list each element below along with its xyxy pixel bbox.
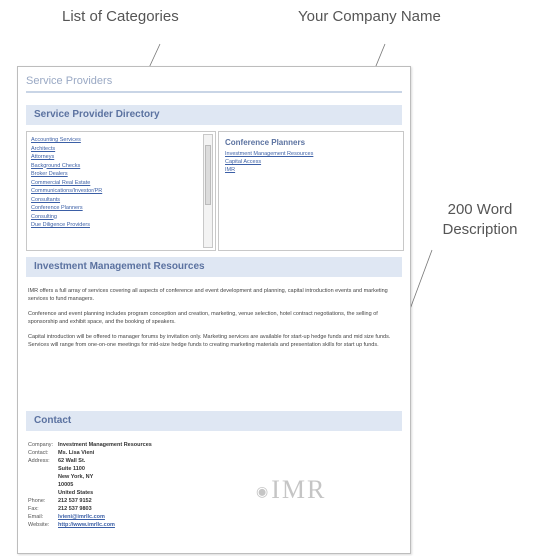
callout-description-line2: Description xyxy=(442,221,518,238)
category-link[interactable]: Accounting Services xyxy=(31,136,199,145)
directory-heading: Service Provider Directory xyxy=(34,109,160,120)
contact-row: Website: http://www.imrllc.com xyxy=(28,521,152,529)
category-link[interactable]: Background Checks xyxy=(31,162,199,171)
contact-value: Investment Management Resources xyxy=(58,442,152,448)
company-logo: ◉ IMR xyxy=(256,475,346,515)
scrollbar-thumb[interactable] xyxy=(205,145,211,205)
company-links: Investment Management Resources Capital A… xyxy=(225,150,313,174)
callout-company-name: Your Company Name xyxy=(298,8,441,25)
contact-row: Fax: 212 537 9803 xyxy=(28,505,152,513)
contact-value: 212 537 9803 xyxy=(58,506,92,512)
logo-emblem-icon: ◉ xyxy=(256,484,269,500)
company-link[interactable]: Capital Access xyxy=(225,158,313,166)
contact-label: Contact: xyxy=(28,450,49,456)
category-link[interactable]: Communications/Investor/PR xyxy=(31,187,199,196)
selected-category-panel: Conference Planners Investment Managemen… xyxy=(218,131,404,251)
description-paragraph: IMR offers a full array of services cove… xyxy=(28,288,388,302)
page-title: Service Providers xyxy=(26,75,113,87)
selected-category-title: Conference Planners xyxy=(225,138,306,147)
company-link[interactable]: Investment Management Resources xyxy=(225,150,313,158)
category-link[interactable]: Attorneys xyxy=(31,153,199,162)
contact-label: Company: xyxy=(28,442,54,448)
contact-row: Phone: 212 537 9152 xyxy=(28,497,152,505)
contact-value: Ms. Lisa Vieni xyxy=(58,450,95,456)
logo-text: IMR xyxy=(271,475,327,504)
contact-value: 62 Wall St. Suite 1100 New York, NY 1000… xyxy=(58,458,94,496)
contact-row: Email: lvieni@imrllc.com xyxy=(28,513,152,521)
contact-label: Address: xyxy=(28,458,50,464)
contact-row: Address: 62 Wall St. Suite 1100 New York,… xyxy=(28,457,152,497)
category-link[interactable]: Consultants xyxy=(31,196,199,205)
callout-description-line1: 200 Word xyxy=(447,201,513,218)
category-link[interactable]: Broker Dealers xyxy=(31,170,199,179)
contact-section-header: Contact xyxy=(26,411,402,431)
category-link[interactable]: Architects xyxy=(31,145,199,154)
callout-list-of-categories: List of Categories xyxy=(62,8,179,25)
contact-link[interactable]: http://www.imrllc.com xyxy=(58,521,115,529)
description-section-header: Investment Management Resources xyxy=(26,257,402,277)
callout-description: 200 Word Description xyxy=(420,200,540,240)
contact-label: Website: xyxy=(28,522,50,528)
contact-details: Company: Investment Management Resources C… xyxy=(28,441,152,529)
contact-label: Email: xyxy=(28,514,44,520)
contact-label: Fax: xyxy=(28,506,39,512)
contact-row: Company: Investment Management Resources xyxy=(28,441,152,449)
category-list-items: Accounting Services Architects Attorneys Ba… xyxy=(31,136,199,230)
category-link[interactable]: Due Diligence Providers xyxy=(31,221,199,230)
directory-section-header: Service Provider Directory xyxy=(26,105,402,125)
contact-label: Phone: xyxy=(28,498,46,504)
contact-row: Contact: Ms. Lisa Vieni xyxy=(28,449,152,457)
service-provider-page: Service Providers Service Provider Direc… xyxy=(17,66,411,554)
category-list[interactable]: Accounting Services Architects Attorneys Ba… xyxy=(26,131,216,251)
company-name-heading: Investment Management Resources xyxy=(34,261,205,272)
description-paragraph: Capital introduction will be offered to … xyxy=(28,334,391,348)
contact-heading: Contact xyxy=(34,415,72,426)
description-paragraph: Conference and event planning includes p… xyxy=(28,311,378,325)
category-link[interactable]: Conference Planners xyxy=(31,204,199,213)
company-link[interactable]: IMR xyxy=(225,166,313,174)
contact-value: 212 537 9152 xyxy=(58,498,92,504)
contact-link[interactable]: lvieni@imrllc.com xyxy=(58,513,105,521)
category-link[interactable]: Commercial Real Estate xyxy=(31,179,199,188)
category-list-scrollbar[interactable] xyxy=(203,134,213,248)
category-link[interactable]: Consulting xyxy=(31,213,199,222)
title-divider xyxy=(26,91,402,93)
